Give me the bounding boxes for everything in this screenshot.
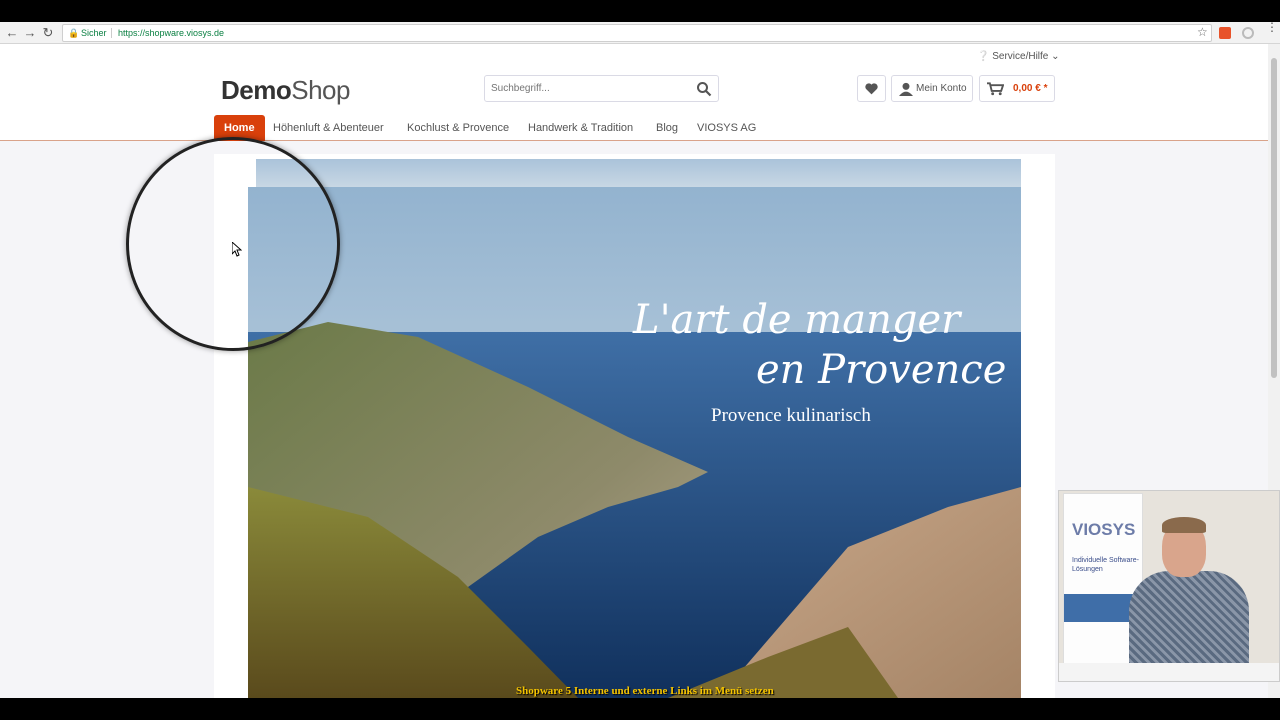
nav-item-hoehenluft-abenteuer[interactable]: Höhenluft & Abenteuer bbox=[273, 115, 384, 141]
wishlist-button[interactable] bbox=[857, 75, 886, 102]
shop-header: ❔ Service/Hilfe ⌄ DemoShop Mein Konto bbox=[0, 44, 1268, 141]
shop-logo[interactable]: DemoShop bbox=[221, 75, 350, 106]
presenter-hair bbox=[1162, 517, 1206, 533]
search-box bbox=[484, 75, 719, 102]
scrollbar-thumb[interactable] bbox=[1271, 58, 1277, 378]
service-help-menu[interactable]: ❔ Service/Hilfe ⌄ bbox=[977, 51, 1060, 62]
heart-icon bbox=[865, 83, 878, 95]
secure-label: Sicher bbox=[81, 28, 107, 38]
rollup-logo: VIOSYS bbox=[1072, 520, 1136, 539]
nav-item-blog[interactable]: Blog bbox=[656, 115, 678, 141]
account-button[interactable]: Mein Konto bbox=[891, 75, 973, 102]
extension-icon[interactable] bbox=[1219, 27, 1231, 39]
address-bar[interactable]: 🔒 Sicher https://shopware.viosys.de bbox=[62, 24, 1212, 42]
extension-spinner-icon[interactable] bbox=[1242, 27, 1254, 39]
chevron-down-icon: ⌄ bbox=[1051, 51, 1060, 62]
banner-headline-line2: en Provence bbox=[756, 347, 1007, 393]
nav-item-handwerk-tradition[interactable]: Handwerk & Tradition bbox=[528, 115, 633, 141]
logo-bold: Demo bbox=[221, 75, 292, 105]
banner-headline-line1: L'art de manger bbox=[633, 297, 961, 343]
cart-button[interactable]: 0,00 € * bbox=[979, 75, 1055, 102]
mouse-pointer-icon bbox=[232, 242, 242, 257]
banner-subheadline: Provence kulinarisch bbox=[711, 405, 871, 426]
desk bbox=[1059, 663, 1279, 681]
logo-light: Shop bbox=[291, 75, 350, 105]
video-bottom-letterbox bbox=[0, 698, 1280, 720]
banner-landscape-image bbox=[248, 187, 1021, 698]
address-separator bbox=[111, 28, 112, 38]
cart-icon bbox=[987, 82, 1004, 96]
content-area: L'art de manger en Provence Provence kul… bbox=[214, 154, 1055, 698]
account-label: Mein Konto bbox=[916, 83, 967, 94]
banner-sky-strip bbox=[256, 159, 1021, 187]
search-icon[interactable] bbox=[696, 81, 712, 97]
back-icon[interactable]: ← bbox=[4, 25, 20, 41]
browser-toolbar: ← → ↻ 🔒 Sicher https://shopware.viosys.d… bbox=[0, 22, 1280, 44]
presenter-webcam-overlay: VIOSYS Individuelle Software-Lösungen bbox=[1058, 490, 1280, 682]
lock-icon: 🔒 bbox=[68, 28, 80, 38]
nav-item-kochlust-provence[interactable]: Kochlust & Provence bbox=[407, 115, 509, 141]
video-caption: Shopware 5 Interne und externe Links im … bbox=[516, 685, 774, 697]
forward-icon[interactable]: → bbox=[22, 25, 38, 41]
bookmark-star-icon[interactable]: ☆ bbox=[1197, 25, 1208, 39]
reload-icon[interactable]: ↻ bbox=[40, 25, 56, 41]
help-icon: ❔ bbox=[977, 51, 990, 62]
browser-menu-icon[interactable]: ⋮ bbox=[1266, 21, 1278, 33]
nav-item-viosys-ag[interactable]: VIOSYS AG bbox=[697, 115, 756, 141]
user-icon bbox=[899, 82, 913, 96]
url-text[interactable]: https://shopware.viosys.de bbox=[118, 25, 224, 41]
cart-total: 0,00 € * bbox=[1013, 83, 1048, 94]
provence-banner[interactable]: L'art de manger en Provence Provence kul… bbox=[248, 187, 1021, 698]
service-label: Service/Hilfe bbox=[992, 51, 1049, 62]
video-top-letterbox bbox=[0, 0, 1280, 22]
search-input[interactable] bbox=[491, 83, 681, 94]
rollup-text: Individuelle Software-Lösungen bbox=[1072, 557, 1139, 573]
